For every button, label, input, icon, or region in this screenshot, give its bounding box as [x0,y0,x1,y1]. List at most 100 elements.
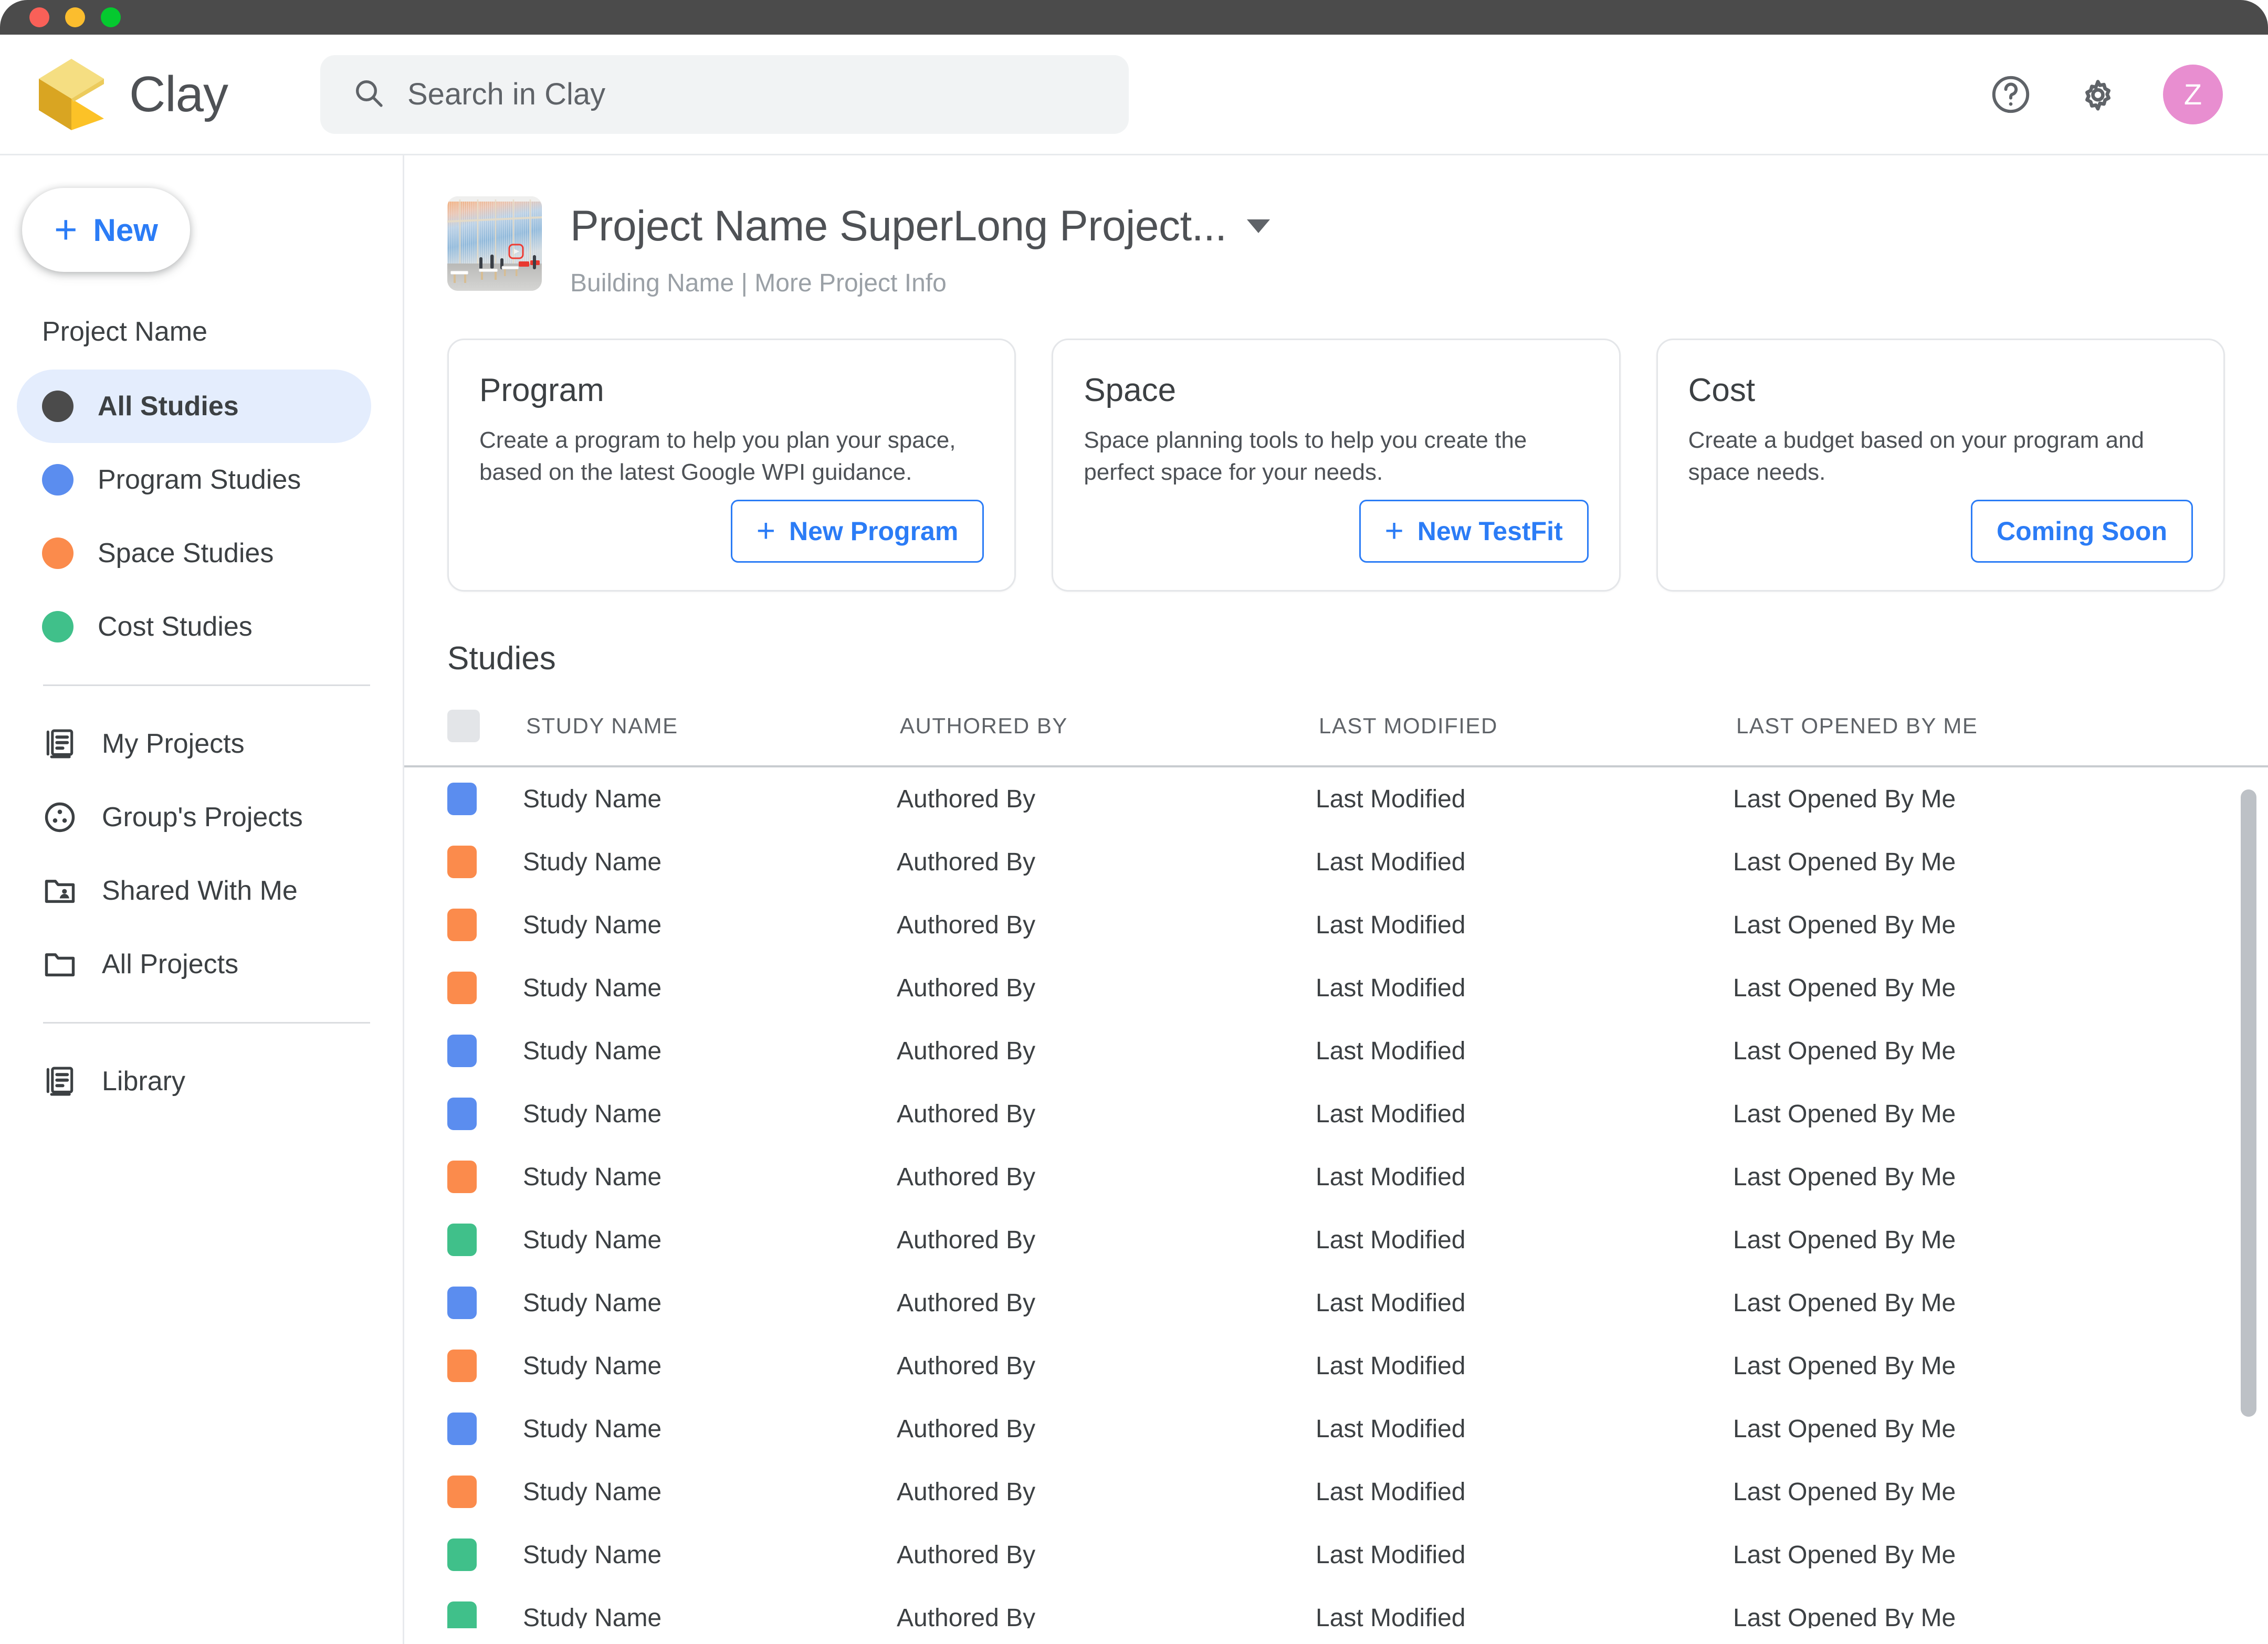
table-row[interactable]: Study Name Authored By Last Modified Last O… [404,1586,2268,1628]
app-body: + New Project Name All Studies Program S… [0,155,2268,1644]
project-header: Project Name SuperLong Project... Buildi… [404,155,2268,298]
column-header-last-modified[interactable]: LAST MODIFIED [1319,713,1736,739]
table-row[interactable]: Study Name Authored By Last Modified Last O… [404,1208,2268,1271]
brand[interactable]: Clay [0,58,304,131]
sidebar-item-all-studies[interactable]: All Studies [17,370,371,443]
window-titlebar [0,0,2268,35]
documents-stack-icon [42,1063,78,1099]
cell-authored-by: Authored By [897,1037,1036,1065]
sidebar-item-shared-with-me[interactable]: Shared With Me [17,854,371,928]
table-row[interactable]: Study Name Authored By Last Modified Last O… [404,767,2268,830]
sidebar-divider [43,684,370,686]
group-circle-icon [42,799,78,835]
table-row[interactable]: Study Name Authored By Last Modified Last O… [404,1334,2268,1397]
column-header-study-name[interactable]: STUDY NAME [480,713,900,739]
table-row[interactable]: Study Name Authored By Last Modified Last O… [404,893,2268,956]
new-program-button[interactable]: + New Program [730,500,984,563]
sidebar-item-label: Space Studies [98,538,274,568]
topbar-actions: Z [1989,64,2223,124]
card-space: Space Space planning tools to help you c… [1052,339,1621,592]
project-thumbnail-image[interactable] [447,196,542,291]
card-title: Space [1084,372,1177,408]
study-color-swatch [447,1161,477,1193]
studies-heading: Studies [447,640,556,677]
cell-study-name: Study Name [523,1478,662,1506]
sidebar-divider-2 [43,1022,370,1024]
cell-last-modified: Last Modified [1316,1289,1466,1317]
studies-table-header: STUDY NAME AUTHORED BY LAST MODIFIED LAS… [404,677,2268,767]
minimize-window-button[interactable] [65,7,85,27]
plus-icon: + [756,513,775,549]
table-row[interactable]: Study Name Authored By Last Modified Last O… [404,1019,2268,1082]
study-color-swatch [447,1476,477,1508]
help-circle-icon[interactable] [1989,72,2033,117]
table-row[interactable]: Study Name Authored By Last Modified Last O… [404,1460,2268,1523]
table-row[interactable]: Study Name Authored By Last Modified Last O… [404,1523,2268,1586]
table-row[interactable]: Study Name Authored By Last Modified Last O… [404,1271,2268,1334]
close-window-button[interactable] [29,7,49,27]
study-color-swatch [447,1538,477,1571]
card-title: Program [479,372,604,408]
cell-authored-by: Authored By [897,1289,1036,1317]
cell-last-opened: Last Opened By Me [1733,1163,1956,1191]
project-meta: Project Name SuperLong Project... Buildi… [570,196,1270,298]
sidebar-item-program-studies[interactable]: Program Studies [17,443,371,517]
sidebar-item-my-projects[interactable]: My Projects [17,707,371,781]
new-testfit-button[interactable]: + New TestFit [1359,500,1589,563]
new-testfit-button-label: New TestFit [1417,517,1563,546]
study-color-swatch [447,1224,477,1256]
clay-cube-logo-icon [37,58,106,131]
dot-icon [42,611,74,642]
sidebar-item-space-studies[interactable]: Space Studies [17,517,371,590]
sidebar-item-library[interactable]: Library [17,1045,371,1118]
coming-soon-button[interactable]: Coming Soon [1971,500,2193,563]
cell-authored-by: Authored By [897,1163,1036,1191]
project-title-row[interactable]: Project Name SuperLong Project... [570,202,1270,251]
chevron-down-icon[interactable] [1246,219,1270,233]
select-all-checkbox[interactable] [447,710,480,742]
study-color-swatch [447,1413,477,1445]
cell-last-modified: Last Modified [1316,1226,1466,1254]
search-placeholder: Search in Clay [407,77,606,111]
cell-authored-by: Authored By [897,974,1036,1002]
sidebar-item-cost-studies[interactable]: Cost Studies [17,590,371,663]
cell-study-name: Study Name [523,911,662,939]
cell-study-name: Study Name [523,848,662,876]
cell-study-name: Study Name [523,785,662,813]
table-row[interactable]: Study Name Authored By Last Modified Last O… [404,1145,2268,1208]
studies-table-body: Study Name Authored By Last Modified Last O… [404,767,2268,1628]
search-input[interactable]: Search in Clay [320,55,1129,134]
sidebar-item-groups-projects[interactable]: Group's Projects [17,781,371,854]
column-header-authored-by[interactable]: AUTHORED BY [900,713,1319,739]
table-row[interactable]: Study Name Authored By Last Modified Last O… [404,830,2268,893]
sidebar-item-label: Shared With Me [102,876,298,906]
table-row[interactable]: Study Name Authored By Last Modified Last O… [404,1082,2268,1145]
column-header-last-opened[interactable]: LAST OPENED BY ME [1736,713,2268,739]
card-program: Program Create a program to help you pla… [447,339,1016,592]
maximize-window-button[interactable] [101,7,121,27]
cell-last-opened: Last Opened By Me [1733,1037,1956,1065]
card-cost: Cost Create a budget based on your progr… [1656,339,2225,592]
sidebar-item-label: Library [102,1066,185,1097]
table-row[interactable]: Study Name Authored By Last Modified Last O… [404,1397,2268,1460]
vertical-scrollbar[interactable] [2241,767,2256,1628]
app-topbar: Clay Search in Clay Z [0,35,2268,155]
new-button[interactable]: + New [22,188,190,272]
dot-icon [42,391,74,422]
sidebar-item-all-projects[interactable]: All Projects [17,928,371,1001]
sidebar-library-list: Library [0,1045,403,1118]
table-row[interactable]: Study Name Authored By Last Modified Last O… [404,956,2268,1019]
cell-study-name: Study Name [523,974,662,1002]
cell-authored-by: Authored By [897,1352,1036,1380]
cell-study-name: Study Name [523,1163,662,1191]
scrollbar-thumb[interactable] [2241,789,2256,1417]
gear-icon[interactable] [2076,72,2120,117]
study-color-swatch [447,1098,477,1130]
dot-icon [42,464,74,496]
avatar[interactable]: Z [2163,64,2223,124]
feature-cards: Program Create a program to help you pla… [404,298,2268,592]
cell-last-opened: Last Opened By Me [1733,974,1956,1002]
cell-last-modified: Last Modified [1316,785,1466,813]
sidebar-studies-list: All Studies Program Studies Space Studie… [0,370,403,663]
cell-last-modified: Last Modified [1316,1352,1466,1380]
